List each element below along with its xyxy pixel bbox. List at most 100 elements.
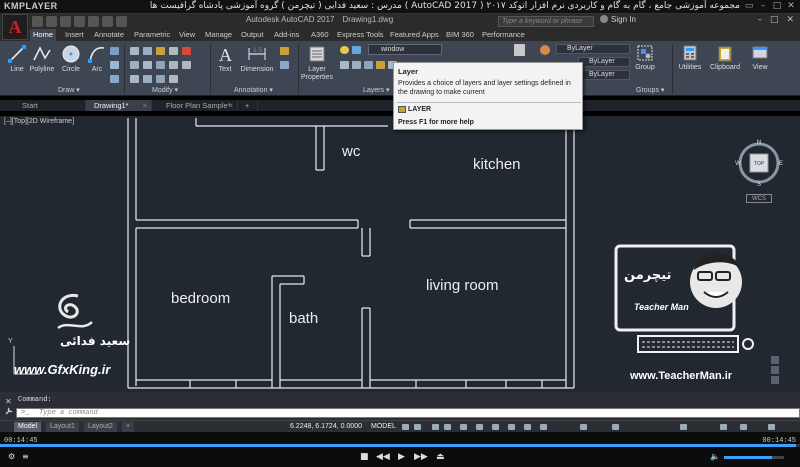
grid-icon[interactable] bbox=[402, 424, 409, 430]
extend-icon[interactable] bbox=[169, 75, 178, 83]
text-button[interactable]: A Text bbox=[214, 44, 236, 73]
command-input[interactable]: >_ Type a command bbox=[16, 408, 800, 418]
array-icon[interactable] bbox=[143, 75, 152, 83]
viewcube-south-label[interactable]: S bbox=[757, 182, 761, 187]
isodraft-icon[interactable] bbox=[460, 424, 467, 430]
cursor-coordinates[interactable]: 6.2248, 6.1724, 0.0000 bbox=[290, 422, 362, 432]
group-button[interactable]: Group bbox=[634, 44, 656, 71]
tab-view[interactable]: View bbox=[176, 29, 198, 41]
object-snap-tracking-icon[interactable] bbox=[476, 424, 483, 430]
stretch-icon[interactable] bbox=[169, 61, 178, 69]
search-input[interactable]: Type a keyword or phrase bbox=[498, 16, 594, 27]
match-properties-icon[interactable] bbox=[514, 44, 525, 56]
play-button[interactable]: ▶ bbox=[398, 452, 405, 462]
spline-icon[interactable] bbox=[110, 75, 119, 83]
color-dropdown[interactable]: ByLayer bbox=[556, 44, 630, 54]
kmplayer-close-button[interactable]: ✕ bbox=[786, 1, 796, 11]
tab-bim-360[interactable]: BIM 360 bbox=[443, 29, 477, 41]
kmplayer-logo[interactable]: KMPLAYER bbox=[4, 1, 58, 11]
forward-button[interactable]: ▶▶ bbox=[414, 452, 428, 462]
panel-annotation-label[interactable]: Annotation ▾ bbox=[234, 86, 273, 94]
close-tab-icon[interactable]: × bbox=[229, 100, 233, 111]
save-icon[interactable] bbox=[60, 16, 71, 27]
rewind-button[interactable]: ◀◀ bbox=[376, 452, 390, 462]
circle-button[interactable]: Circle bbox=[60, 44, 82, 73]
wrench-icon[interactable] bbox=[5, 407, 13, 415]
sign-in-button[interactable]: Sign In bbox=[600, 15, 636, 24]
rotate-icon[interactable] bbox=[143, 47, 152, 55]
linetype-dropdown[interactable]: ByLayer bbox=[578, 70, 630, 80]
tab-parametric[interactable]: Parametric bbox=[131, 29, 173, 41]
object-snap-icon[interactable] bbox=[492, 424, 499, 430]
volume-slider[interactable] bbox=[724, 456, 784, 459]
wcs-menu[interactable]: WCS bbox=[746, 194, 772, 203]
zoom-extents-icon[interactable] bbox=[771, 376, 779, 384]
playlist-icon[interactable]: ≡ bbox=[22, 452, 29, 461]
lineweight-dropdown[interactable]: ByLayer bbox=[578, 57, 630, 67]
utilities-button[interactable]: Utilities bbox=[674, 44, 706, 71]
table-icon[interactable] bbox=[280, 61, 289, 69]
command-line-close-icon[interactable]: ✕ bbox=[5, 397, 12, 406]
scale-icon[interactable] bbox=[130, 75, 139, 83]
tab-home[interactable]: Home bbox=[30, 29, 57, 41]
new-icon[interactable] bbox=[32, 16, 43, 27]
tab-output[interactable]: Output bbox=[238, 29, 267, 41]
arc-button[interactable]: Arc bbox=[87, 44, 107, 73]
print-icon[interactable] bbox=[88, 16, 99, 27]
full-navigation-wheel-icon[interactable] bbox=[771, 356, 779, 364]
panel-draw-label[interactable]: Draw ▾ bbox=[58, 86, 80, 94]
trim-icon[interactable] bbox=[156, 47, 165, 55]
layer-previous-icon[interactable] bbox=[352, 61, 361, 69]
view-button[interactable]: View bbox=[746, 44, 774, 71]
layout-tab-model[interactable]: Model bbox=[14, 422, 42, 432]
settings-icon[interactable]: ⚙ bbox=[8, 452, 15, 461]
transparency-icon[interactable] bbox=[524, 424, 531, 430]
autocad-application-button[interactable]: A bbox=[2, 14, 28, 40]
panel-layers-label[interactable]: Layers ▾ bbox=[363, 86, 389, 94]
new-tab-button[interactable]: + bbox=[240, 100, 258, 111]
model-space-button[interactable]: MODEL bbox=[371, 422, 396, 432]
tab-manage[interactable]: Manage bbox=[202, 29, 235, 41]
tab-featured-apps[interactable]: Featured Apps bbox=[387, 29, 442, 41]
color-icon[interactable] bbox=[540, 45, 550, 55]
stop-button[interactable]: ■ bbox=[360, 452, 369, 462]
kmplayer-pin-button[interactable]: ▭ bbox=[744, 1, 754, 11]
volume-icon[interactable]: 🔈 bbox=[710, 452, 720, 461]
pan-icon[interactable] bbox=[771, 366, 779, 374]
selection-cycling-icon[interactable] bbox=[540, 424, 547, 430]
tab-add-ins[interactable]: Add-ins bbox=[271, 29, 302, 41]
annotation-scale-icon[interactable] bbox=[580, 424, 587, 430]
viewcube-east-label[interactable]: E bbox=[779, 161, 783, 167]
workspace-icon[interactable] bbox=[612, 424, 619, 430]
file-tab-start[interactable]: Start bbox=[14, 100, 86, 111]
offset-icon[interactable] bbox=[182, 61, 191, 69]
navigation-bar[interactable] bbox=[770, 356, 780, 396]
tab-performance[interactable]: Performance bbox=[479, 29, 528, 41]
viewcube-top-label[interactable]: TOP bbox=[754, 161, 765, 167]
chamfer-icon[interactable] bbox=[156, 75, 165, 83]
fillet-icon[interactable] bbox=[156, 61, 165, 69]
autocad-restore-button[interactable]: □ bbox=[770, 15, 779, 25]
layout-tab-layout2[interactable]: Layout2 bbox=[84, 422, 117, 432]
dimension-button[interactable]: 1.5 Dimension bbox=[238, 44, 276, 73]
panel-groups-label[interactable]: Groups ▾ bbox=[636, 86, 664, 94]
clean-screen-icon[interactable] bbox=[740, 424, 747, 430]
seek-bar[interactable] bbox=[0, 444, 800, 447]
line-button[interactable]: Line bbox=[6, 44, 28, 73]
layer-match-icon[interactable] bbox=[340, 61, 349, 69]
sun-icon[interactable] bbox=[352, 46, 361, 54]
viewcube-west-label[interactable]: W bbox=[735, 161, 741, 167]
layer-freeze-icon[interactable] bbox=[376, 61, 385, 69]
layer-isolate-icon[interactable] bbox=[364, 61, 373, 69]
tab-express-tools[interactable]: Express Tools bbox=[334, 29, 387, 41]
move-icon[interactable] bbox=[130, 47, 139, 55]
viewcube-north-label[interactable]: N bbox=[757, 140, 761, 146]
file-tab-floor-plan[interactable]: Floor Plan Sample* × bbox=[158, 100, 238, 111]
mirror-icon[interactable] bbox=[143, 61, 152, 69]
clipboard-button[interactable]: Clipboard bbox=[708, 44, 742, 71]
save-as-icon[interactable] bbox=[74, 16, 85, 27]
erase-icon[interactable] bbox=[169, 47, 178, 55]
viewcube[interactable]: TOP N S E W bbox=[735, 139, 783, 187]
hardware-acceleration-icon[interactable] bbox=[720, 424, 727, 430]
tab-a360[interactable]: A360 bbox=[308, 29, 332, 41]
